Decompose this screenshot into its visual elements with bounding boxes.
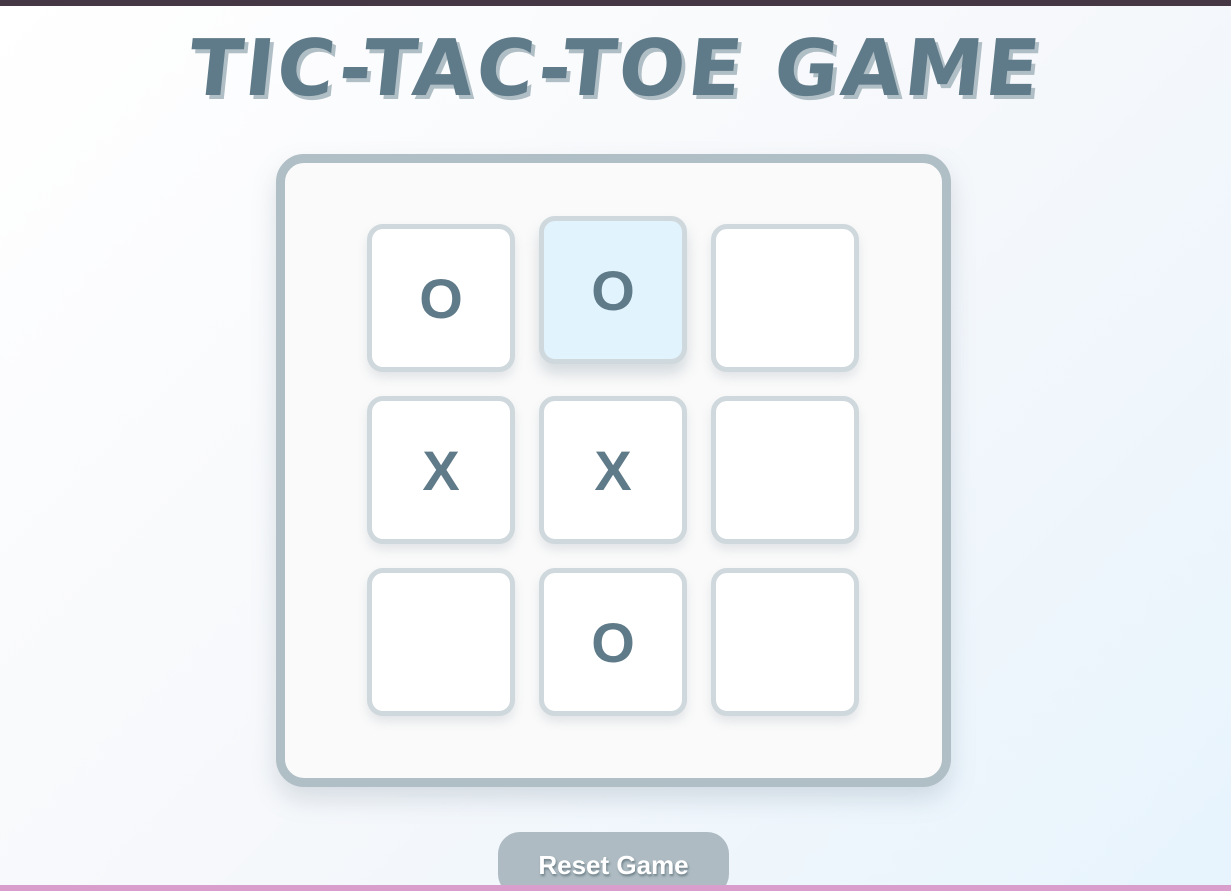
bottom-bar [0, 885, 1231, 891]
cell-7[interactable] [367, 568, 515, 716]
cell-5[interactable]: X [539, 396, 687, 544]
cell-2[interactable]: O [539, 216, 687, 364]
cell-6[interactable] [711, 396, 859, 544]
cell-9[interactable] [711, 568, 859, 716]
game-board: O O X X O [276, 154, 951, 787]
top-bar [0, 0, 1231, 6]
reset-game-button[interactable]: Reset Game [498, 832, 729, 891]
cell-1[interactable]: O [367, 224, 515, 372]
cell-4[interactable]: X [367, 396, 515, 544]
game-title: TIC-TAC-TOE GAME [184, 24, 1047, 114]
cell-3[interactable] [711, 224, 859, 372]
cell-8[interactable]: O [539, 568, 687, 716]
board-grid: O O X X O [367, 216, 859, 716]
